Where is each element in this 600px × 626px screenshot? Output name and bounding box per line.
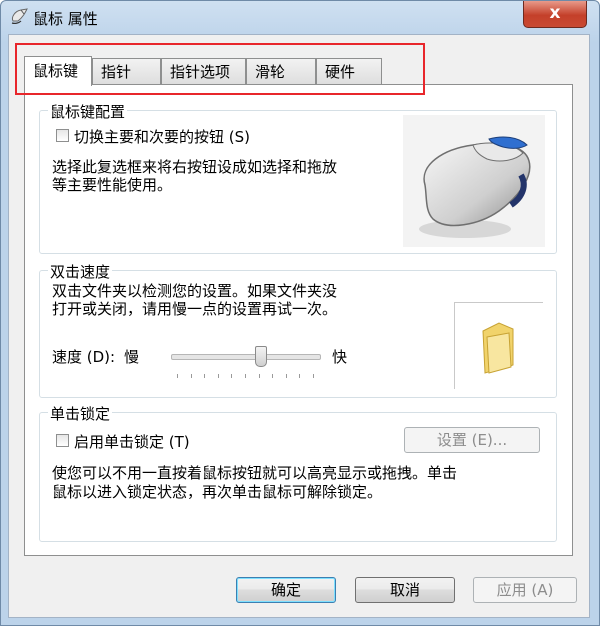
click-lock-settings-button[interactable]: 设置 (E)... — [404, 427, 540, 453]
click-lock-label[interactable]: 启用单击锁定 (T) — [74, 431, 190, 452]
slider-tick — [272, 374, 274, 378]
ok-button[interactable]: 确定 — [236, 577, 336, 603]
slider-tick — [231, 374, 233, 378]
tab-pointer-options[interactable]: 指针选项 — [161, 58, 246, 84]
tab-hardware[interactable]: 硬件 — [316, 58, 382, 84]
mouse-image-icon — [419, 136, 531, 238]
mouse-app-icon — [11, 8, 28, 24]
tab-wheel[interactable]: 滑轮 — [246, 58, 316, 84]
folder-icon — [482, 322, 514, 374]
close-icon: x — [549, 3, 561, 23]
close-button[interactable]: x — [523, 1, 587, 28]
cancel-button[interactable]: 取消 — [355, 577, 455, 603]
slow-label: 慢 — [124, 348, 140, 366]
slider-tick — [313, 374, 314, 378]
switch-buttons-label[interactable]: 切换主要和次要的按钮 (S) — [74, 126, 250, 147]
tab-label: 硬件 — [325, 63, 356, 81]
group-title: 单击锁定 — [48, 403, 113, 424]
slider-tick — [245, 374, 246, 378]
speed-label: 速度 (D): — [52, 348, 116, 366]
button-label: 应用 (A) — [496, 581, 554, 599]
slider-tick — [190, 374, 192, 378]
tab-label: 指针 — [101, 63, 132, 81]
button-config-description: 等主要性能使用。 — [52, 176, 173, 194]
tab-label: 滑轮 — [255, 63, 286, 81]
button-label: 设置 (E)... — [436, 431, 508, 449]
click-lock-description: 鼠标以进入锁定状态，再次单击鼠标可解除锁定。 — [52, 483, 383, 501]
click-lock-description: 使您可以不用一直按着鼠标按钮就可以高亮显示或拖拽。单击 — [52, 464, 458, 482]
group-title: 双击速度 — [48, 261, 113, 282]
window-title: 鼠标 属性 — [33, 10, 98, 28]
title-bar[interactable]: 鼠标 属性 x — [1, 1, 599, 35]
fast-label: 快 — [332, 348, 348, 366]
tab-label: 鼠标键 — [33, 62, 79, 80]
group-title: 鼠标键配置 — [48, 101, 128, 122]
slider-tick — [204, 374, 206, 378]
apply-button[interactable]: 应用 (A) — [473, 577, 577, 603]
slider-tick — [299, 374, 301, 378]
button-label: 取消 — [389, 581, 420, 599]
speed-slider-track[interactable] — [171, 354, 321, 360]
test-folder-area[interactable] — [454, 302, 543, 389]
double-click-description: 打开或关闭，请用慢一点的设置再试一次。 — [52, 300, 338, 318]
tab-mouse-buttons[interactable]: 鼠标键 — [24, 56, 92, 86]
mouse-image — [403, 115, 545, 247]
click-lock-checkbox[interactable] — [56, 434, 69, 447]
button-label: 确定 — [270, 581, 301, 599]
tab-pointers[interactable]: 指针 — [92, 58, 161, 84]
slider-tick — [217, 374, 219, 378]
slider-tick — [285, 374, 287, 378]
slider-tick — [177, 374, 178, 378]
tab-label: 指针选项 — [170, 63, 231, 81]
slider-tick — [258, 374, 260, 378]
switch-buttons-checkbox[interactable] — [56, 129, 69, 142]
speed-slider-thumb[interactable] — [254, 346, 267, 367]
